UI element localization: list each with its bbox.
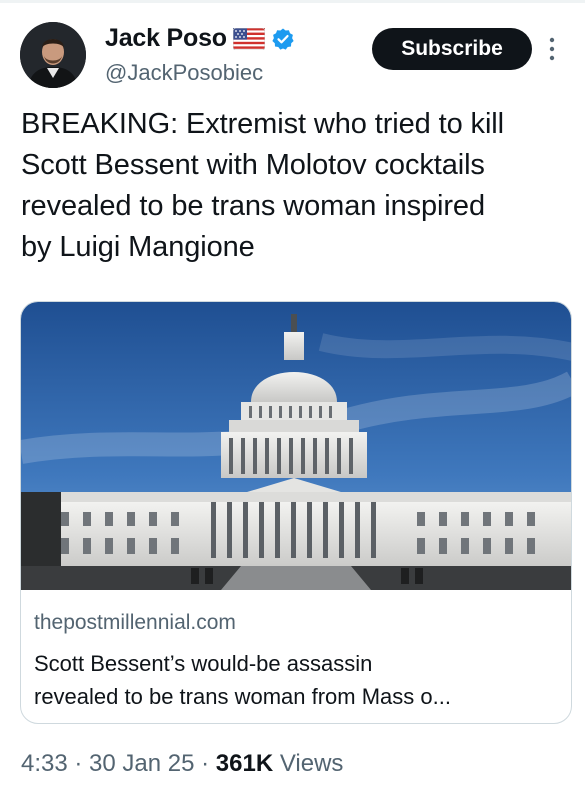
post-date[interactable]: 30 Jan 25 xyxy=(89,750,194,778)
tweet-meta: 4:33 · 30 Jan 25 · 361K Views xyxy=(21,750,343,778)
views-label: Views xyxy=(273,750,344,777)
card-title-line: Scott Bessent’s would-be assassin xyxy=(34,651,373,676)
top-divider xyxy=(0,0,585,3)
tweet-line: by Luigi Mangione xyxy=(21,231,255,263)
card-domain[interactable]: thepostmillennial.com xyxy=(34,611,236,635)
us-flag-icon xyxy=(232,27,266,50)
us-capitol-building-photo[interactable] xyxy=(21,302,572,590)
author-name-row[interactable]: Jack Poso xyxy=(105,24,295,53)
meta-separator: · xyxy=(194,750,216,777)
author-handle[interactable]: @JackPosobiec xyxy=(105,60,263,86)
views-count[interactable]: 361K xyxy=(216,750,273,778)
card-title-line: revealed to be trans woman from Mass o..… xyxy=(34,684,451,709)
subscribe-button[interactable]: Subscribe xyxy=(372,28,532,70)
tweet-line: BREAKING: Extremist who tried to kill xyxy=(21,108,504,140)
display-name[interactable]: Jack Poso xyxy=(105,24,227,53)
link-preview-card[interactable]: thepostmillennial.com Scott Bessent’s wo… xyxy=(20,301,572,724)
tweet-line: revealed to be trans woman inspired xyxy=(21,190,485,222)
verified-badge-icon[interactable] xyxy=(271,27,295,51)
tweet-text: BREAKING: Extremist who tried to kill Sc… xyxy=(21,104,571,268)
card-title[interactable]: Scott Bessent’s would-be assassin reveal… xyxy=(34,647,559,713)
vertical-ellipsis-icon[interactable] xyxy=(547,36,557,62)
avatar[interactable] xyxy=(20,22,86,88)
post-time[interactable]: 4:33 xyxy=(21,750,68,778)
tweet-line: Scott Bessent with Molotov cocktails xyxy=(21,149,485,181)
meta-separator: · xyxy=(67,750,90,777)
